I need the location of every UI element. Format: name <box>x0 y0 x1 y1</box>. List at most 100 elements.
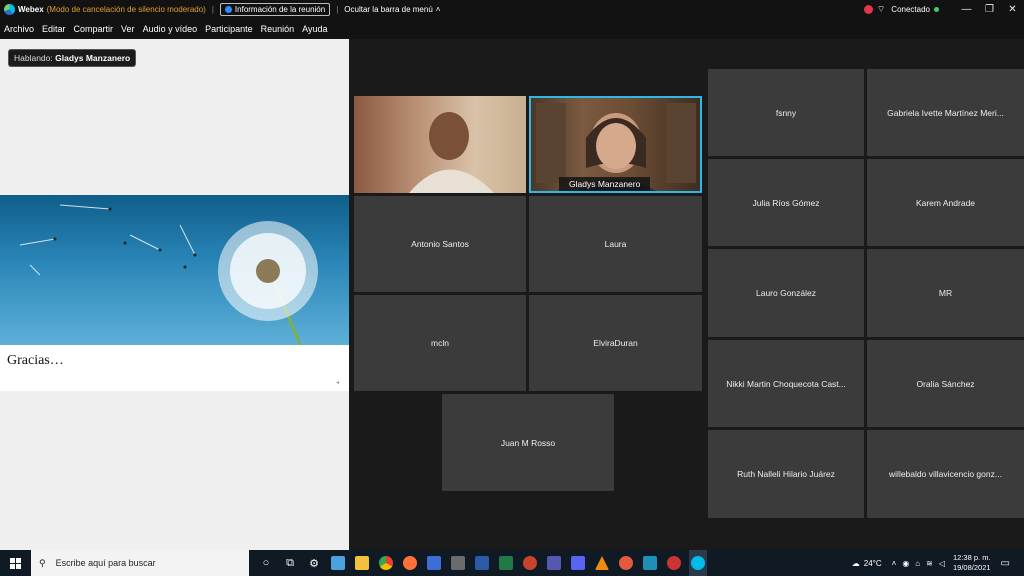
menu-reunion[interactable]: Reunión <box>261 24 295 34</box>
close-icon[interactable]: ✕ <box>1001 4 1024 15</box>
participant-tile[interactable]: MR <box>867 249 1024 337</box>
speaker-name: Gladys Manzanero <box>55 53 131 63</box>
participant-name: mcln <box>431 338 449 348</box>
title-bar-right: ⌔ Conectado — ❐ ✕ <box>863 0 1024 19</box>
notifications-icon[interactable]: ▭ <box>1001 558 1010 569</box>
chrome-icon[interactable] <box>377 550 395 576</box>
menu-bar: Archivo Editar Compartir Ver Audio y víd… <box>0 19 1024 39</box>
vlc-icon[interactable] <box>593 550 611 576</box>
participant-tile[interactable]: Ruth Nalleli Hilario Juárez <box>708 430 864 518</box>
network-icon[interactable]: ⌂ <box>915 559 920 568</box>
participant-name: ElviraDuran <box>593 338 638 348</box>
separator: | <box>211 5 214 14</box>
app-icon[interactable] <box>617 550 635 576</box>
slide-marker-icon: ◂ <box>335 380 339 386</box>
chevron-up-icon[interactable]: ˄ <box>892 559 897 568</box>
participant-video-image <box>409 112 494 193</box>
date: 19/08/2021 <box>953 563 991 572</box>
participant-tile[interactable]: Oralia Sánchez <box>867 340 1024 427</box>
participant-tile[interactable]: Gabriela Ivette Martínez Meri... <box>867 69 1024 156</box>
participant-name: Gabriela Ivette Martínez Meri... <box>887 107 1004 118</box>
video-tile-active-speaker[interactable]: Gladys Manzanero <box>529 96 702 193</box>
participant-name: Julia Ríos Gómez <box>752 197 820 208</box>
menu-compartir[interactable]: Compartir <box>74 24 114 34</box>
firefox-icon[interactable] <box>401 550 419 576</box>
taskbar: ⚲ Escribe aquí para buscar ○ ⧉ ⚙ ☁ 24°C … <box>0 550 1024 576</box>
search-placeholder: Escribe aquí para buscar <box>55 558 156 568</box>
clock[interactable]: 12:38 p. m. 19/08/2021 <box>953 553 991 573</box>
participant-name: Antonio Santos <box>411 239 469 249</box>
menu-ayuda[interactable]: Ayuda <box>302 24 327 34</box>
participant-tile[interactable]: ElviraDuran <box>529 295 702 391</box>
participant-name: fsnny <box>775 107 797 118</box>
app-icon[interactable] <box>425 550 443 576</box>
menu-ver[interactable]: Ver <box>121 24 135 34</box>
weather-icon[interactable]: ☁ <box>852 559 860 568</box>
participant-tile[interactable]: fsnny <box>708 69 864 156</box>
participant-name: Juan M Rosso <box>500 437 556 448</box>
wifi-icon[interactable]: ≋ <box>926 559 933 568</box>
hide-menu-button[interactable]: Ocultar la barra de menú ˄ <box>344 5 440 14</box>
hide-menu-label: Ocultar la barra de menú <box>344 5 433 14</box>
webex-taskbar-icon[interactable] <box>689 550 707 576</box>
participant-name: Nikki Martin Choquecota Cast... <box>726 378 846 389</box>
app-icon[interactable] <box>329 550 347 576</box>
app-icon[interactable] <box>641 550 659 576</box>
video-tile-participant[interactable] <box>354 96 526 193</box>
slide-text: Gracias… <box>7 353 64 368</box>
temperature[interactable]: 24°C <box>864 559 882 568</box>
participant-tile[interactable]: Lauro González <box>708 249 864 337</box>
slide-image <box>0 195 349 345</box>
participant-name: MR <box>938 288 953 298</box>
participant-tile[interactable]: Laura <box>529 196 702 292</box>
menu-participante[interactable]: Participante <box>205 24 253 34</box>
settings-icon[interactable]: ⚙ <box>305 550 323 576</box>
calculator-icon[interactable] <box>449 550 467 576</box>
meeting-info-button[interactable]: Información de la reunión <box>219 3 331 16</box>
participant-tile[interactable]: Juan M Rosso <box>442 394 614 491</box>
word-icon[interactable] <box>473 550 491 576</box>
separator: | <box>336 5 339 14</box>
excel-icon[interactable] <box>497 550 515 576</box>
dandelion-image <box>19 204 318 345</box>
discord-icon[interactable] <box>569 550 587 576</box>
participant-tile[interactable]: Nikki Martin Choquecota Cast... <box>708 340 864 427</box>
webex-logo-icon <box>4 4 15 15</box>
shared-content[interactable]: Hablando: Gladys Manzanero Gracias… ◂ <box>0 39 349 550</box>
powerpoint-icon[interactable] <box>521 550 539 576</box>
chevron-up-icon: ˄ <box>435 5 441 14</box>
participant-tile[interactable]: Karem Andrade <box>867 159 1024 246</box>
file-explorer-icon[interactable] <box>353 550 371 576</box>
meet-icon[interactable]: ◉ <box>902 559 909 568</box>
app-icon[interactable] <box>665 550 683 576</box>
participant-name: Laura <box>604 239 627 249</box>
app-name: Webex <box>18 5 44 14</box>
noise-mode-label[interactable]: (Modo de cancelación de silencio moderad… <box>47 5 206 14</box>
menu-archivo[interactable]: Archivo <box>4 24 34 34</box>
active-speaker-badge: Hablando: Gladys Manzanero <box>8 49 137 67</box>
info-icon <box>224 6 232 13</box>
volume-icon[interactable]: ◁ <box>939 559 945 568</box>
meeting-info-label: Información de la reunión <box>234 5 326 14</box>
task-view-icon[interactable]: ⧉ <box>281 550 299 576</box>
cortana-icon[interactable]: ○ <box>257 550 275 576</box>
speaking-prefix: Hablando: <box>14 53 53 63</box>
participant-tile[interactable]: Julia Ríos Gómez <box>708 159 864 246</box>
restore-icon[interactable]: ❐ <box>978 4 1001 15</box>
minimize-icon[interactable]: — <box>955 4 978 15</box>
teams-icon[interactable] <box>545 550 563 576</box>
connection-status[interactable]: Conectado <box>891 5 930 14</box>
participant-tile[interactable]: willebaldo villavicencio gonz... <box>867 430 1024 518</box>
windows-start-icon[interactable] <box>10 557 21 569</box>
participant-tile[interactable]: mcln <box>354 295 526 391</box>
taskbar-search[interactable]: ⚲ Escribe aquí para buscar <box>31 550 249 576</box>
participant-name: Karem Andrade <box>915 197 976 208</box>
search-icon: ⚲ <box>39 557 46 568</box>
time: 12:38 p. m. <box>953 553 991 562</box>
system-tray: ☁ 24°C ˄ ◉ ⌂ ≋ ◁ 12:38 p. m. 19/08/2021 … <box>852 550 1024 576</box>
menu-audio-video[interactable]: Audio y vídeo <box>143 24 198 34</box>
title-bar: Webex (Modo de cancelación de silencio m… <box>0 0 1024 19</box>
menu-editar[interactable]: Editar <box>42 24 66 34</box>
participant-tile[interactable]: Antonio Santos <box>354 196 526 292</box>
recording-icon <box>863 5 873 14</box>
